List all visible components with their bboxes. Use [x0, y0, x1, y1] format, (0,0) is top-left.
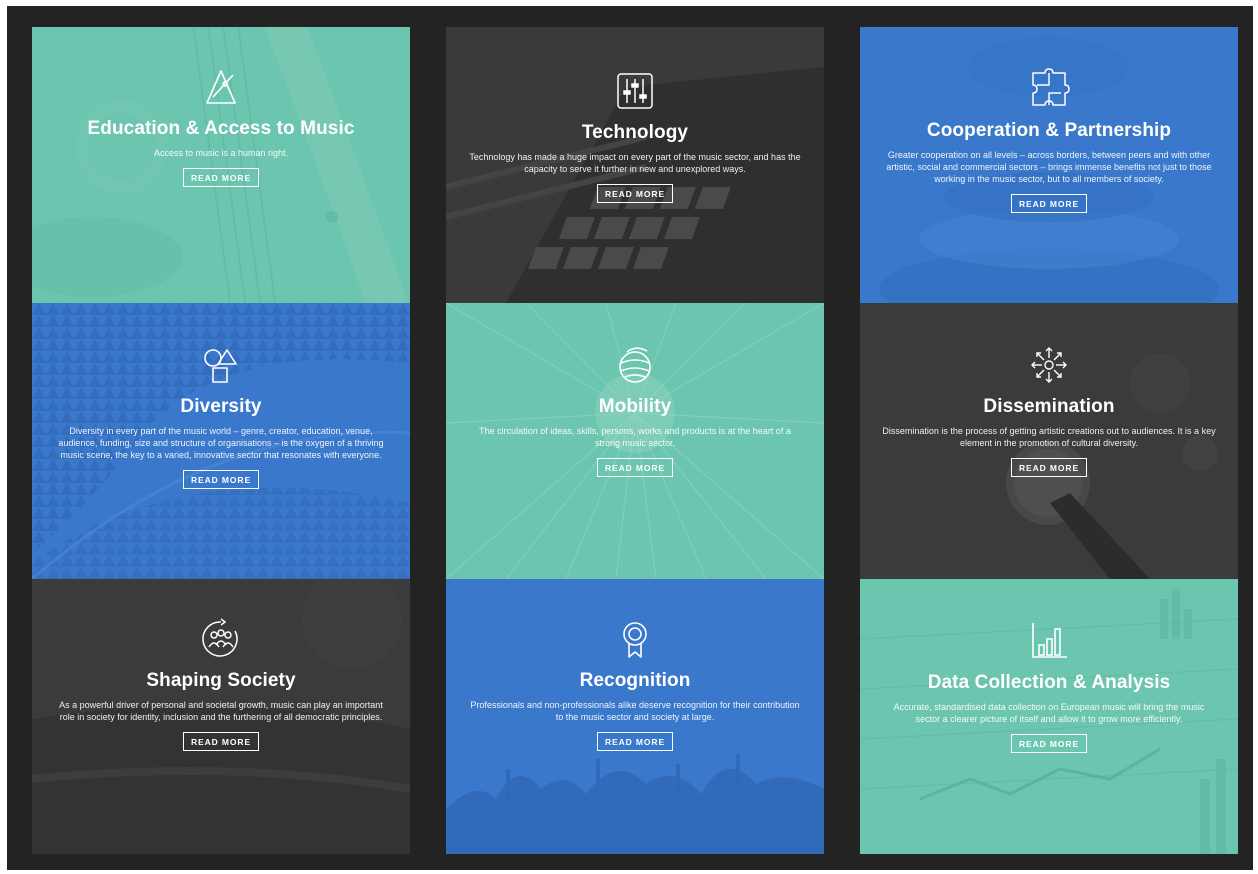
tile-education: Education & Access to Music Access to mu…: [32, 27, 410, 303]
tile-title: Dissemination: [983, 396, 1115, 417]
tile-description: As a powerful driver of personal and soc…: [59, 700, 383, 722]
tile-title: Technology: [581, 122, 689, 143]
tile-diversity: Diversity Diversity in every part of the…: [32, 303, 410, 579]
tile-content: Education & Access to Music Access to mu…: [32, 65, 410, 187]
tile-mobility: Mobility The circulation of ideas, skill…: [446, 303, 824, 579]
tile-content: Cooperation & Partnership Greater cooper…: [860, 67, 1238, 213]
tile-description: Greater cooperation on all levels – acro…: [886, 150, 1212, 184]
award-ribbon-icon: [623, 622, 647, 658]
tile-title: Shaping Society: [146, 670, 296, 691]
tile-description: Accurate, standardised data collection o…: [893, 702, 1205, 724]
read-more-button[interactable]: READ MORE: [1010, 194, 1088, 213]
metronome-icon: [206, 70, 236, 104]
tile-description: Access to music is a human right.: [153, 148, 289, 158]
tile-content: Dissemination Dissemination is the proce…: [860, 343, 1238, 477]
page-frame: Education & Access to Music Access to mu…: [7, 6, 1253, 870]
tile-content: Recognition Professionals and non-profes…: [446, 617, 824, 751]
puzzle-icon: [1032, 68, 1070, 106]
tile-technology: Technology Technology has made a huge im…: [446, 27, 824, 303]
tile-title: Recognition: [579, 670, 691, 691]
tile-title: Education & Access to Music: [87, 118, 355, 139]
mixer-sliders-icon: [617, 73, 653, 109]
tile-description: Diversity in every part of the music wor…: [58, 426, 384, 460]
tile-title: Mobility: [598, 396, 672, 417]
spread-arrows-icon: [1031, 347, 1067, 383]
tile-content: Technology Technology has made a huge im…: [446, 69, 824, 203]
tile-content: Data Collection & Analysis Accurate, sta…: [860, 619, 1238, 753]
shapes-icon: [204, 349, 237, 383]
tile-title: Diversity: [180, 396, 262, 417]
tile-title: Data Collection & Analysis: [927, 672, 1171, 693]
tile-dissemination: Dissemination Dissemination is the proce…: [860, 303, 1238, 579]
column-1: Education & Access to Music Access to mu…: [32, 27, 410, 854]
tile-content: Mobility The circulation of ideas, skill…: [446, 343, 824, 477]
globe-icon: [619, 347, 651, 383]
tile-recognition: Recognition Professionals and non-profes…: [446, 579, 824, 854]
read-more-button[interactable]: READ MORE: [182, 470, 260, 489]
read-more-button[interactable]: READ MORE: [596, 184, 674, 203]
read-more-button[interactable]: READ MORE: [1010, 458, 1088, 477]
tile-description: Dissemination is the process of getting …: [882, 426, 1216, 448]
read-more-button[interactable]: READ MORE: [182, 168, 260, 187]
tile-data-collection: Data Collection & Analysis Accurate, sta…: [860, 579, 1238, 854]
tile-title: Cooperation & Partnership: [926, 120, 1172, 141]
column-2: Technology Technology has made a huge im…: [446, 27, 824, 854]
column-3: Cooperation & Partnership Greater cooper…: [860, 27, 1238, 854]
tile-cooperation: Cooperation & Partnership Greater cooper…: [860, 27, 1238, 303]
read-more-button[interactable]: READ MORE: [596, 458, 674, 477]
tile-shaping-society: Shaping Society As a powerful driver of …: [32, 579, 410, 854]
tile-content: Diversity Diversity in every part of the…: [32, 343, 410, 489]
tile-content: Shaping Society As a powerful driver of …: [32, 617, 410, 751]
read-more-button[interactable]: READ MORE: [1010, 734, 1088, 753]
tile-description: The circulation of ideas, skills, person…: [479, 426, 791, 448]
read-more-button[interactable]: READ MORE: [596, 732, 674, 751]
tile-description: Professionals and non-professionals alik…: [470, 700, 800, 722]
community-icon: [202, 618, 238, 657]
read-more-button[interactable]: READ MORE: [182, 732, 260, 751]
tile-description: Technology has made a huge impact on eve…: [469, 152, 801, 174]
bar-chart-icon: [1032, 623, 1067, 658]
